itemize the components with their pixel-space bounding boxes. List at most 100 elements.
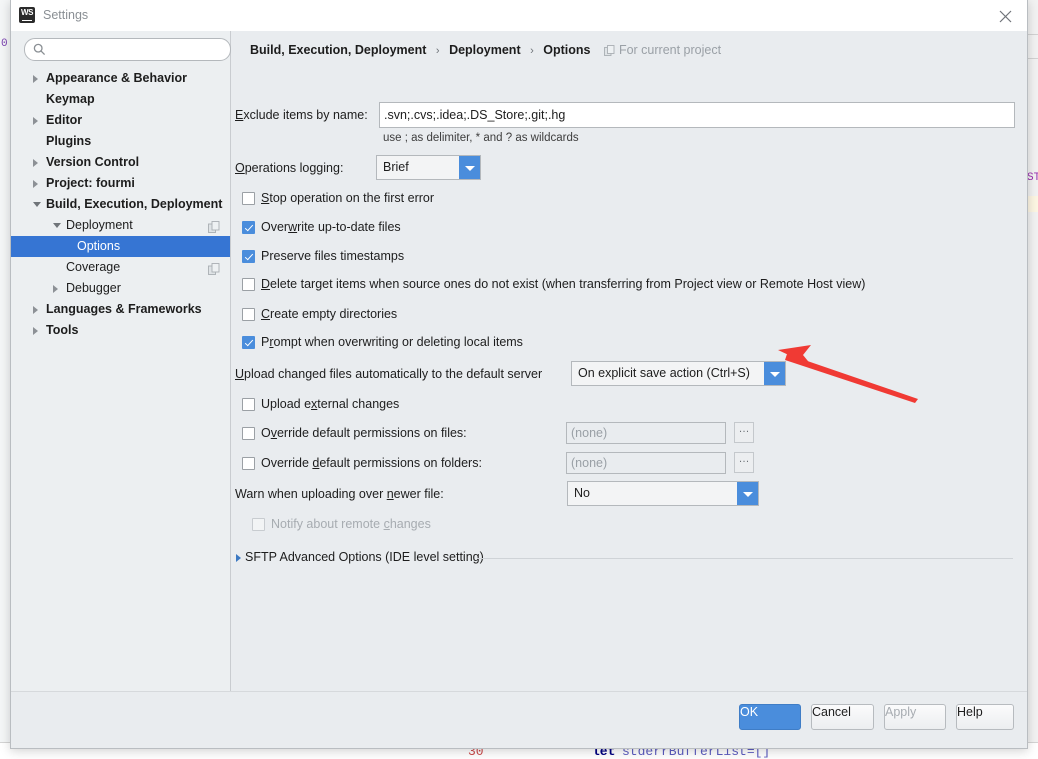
sidebar-item-label: Tools xyxy=(46,323,79,337)
checkbox-stop-on-first-error-label[interactable]: Stop operation on the first error xyxy=(261,191,434,205)
checkbox-prompt-when-overwriting[interactable] xyxy=(242,336,255,349)
chevron-down-icon[interactable] xyxy=(459,156,480,179)
exclude-items-hint: use ; as delimiter, * and ? as wildcards xyxy=(383,132,579,144)
override-permissions-files-input[interactable] xyxy=(566,422,726,444)
sftp-advanced-options-row[interactable]: SFTP Advanced Options (IDE level setting… xyxy=(236,550,1013,566)
sidebar-item-version-control[interactable]: Version Control xyxy=(11,152,230,173)
breadcrumb-scope-note: For current project xyxy=(604,43,721,57)
settings-sidebar: Appearance & Behavior Keymap Editor Plugins… xyxy=(11,31,231,692)
chevron-right-icon[interactable] xyxy=(33,327,38,335)
sidebar-item-label: Keymap xyxy=(46,92,95,106)
checkbox-upload-external-changes-label[interactable]: Upload external changes xyxy=(261,397,399,411)
search-input[interactable] xyxy=(51,41,225,60)
breadcrumb-segment-2[interactable]: Options xyxy=(543,43,590,57)
checkbox-preserve-files-timestamps[interactable] xyxy=(242,250,255,263)
checkbox-create-empty-directories-label[interactable]: Create empty directories xyxy=(261,307,397,321)
checkbox-override-permissions-folders-label[interactable]: Override default permissions on folders: xyxy=(261,456,482,470)
override-permissions-folders-browse-button[interactable]: … xyxy=(734,452,754,473)
checkbox-upload-external-changes[interactable] xyxy=(242,398,255,411)
checkbox-override-permissions-files[interactable] xyxy=(242,427,255,440)
checkbox-override-permissions-files-label[interactable]: Override default permissions on files: xyxy=(261,426,467,440)
close-icon[interactable] xyxy=(983,0,1027,31)
search-box[interactable] xyxy=(24,38,231,61)
settings-tree: Appearance & Behavior Keymap Editor Plugins… xyxy=(11,68,230,692)
warn-newer-file-combo[interactable]: No xyxy=(567,481,759,506)
sidebar-item-label: Options xyxy=(77,239,121,253)
settings-dialog: WS Settings Appearance & Behavior Keymap E… xyxy=(10,0,1028,749)
checkbox-delete-target-items-label[interactable]: Delete target items when source ones do … xyxy=(261,277,865,291)
ok-button[interactable]: OK xyxy=(739,704,801,730)
breadcrumb-segment-0[interactable]: Build, Execution, Deployment xyxy=(250,43,426,57)
chevron-down-icon[interactable] xyxy=(737,482,758,505)
breadcrumb-separator: › xyxy=(530,45,534,57)
breadcrumb-scope-text: For current project xyxy=(618,43,722,57)
breadcrumb-segment-1[interactable]: Deployment xyxy=(449,43,521,57)
checkbox-stop-on-first-error[interactable] xyxy=(242,192,255,205)
chevron-right-icon[interactable] xyxy=(236,554,241,562)
checkbox-overwrite-up-to-date-files[interactable] xyxy=(242,221,255,234)
help-button[interactable]: Help xyxy=(956,704,1014,730)
sidebar-item-label: Build, Execution, Deployment xyxy=(46,197,223,211)
operations-logging-value: Brief xyxy=(383,160,409,174)
sidebar-item-deployment[interactable]: Deployment xyxy=(11,215,230,236)
checkbox-create-empty-directories[interactable] xyxy=(242,308,255,321)
sidebar-item-label: Deployment xyxy=(66,218,133,232)
operations-logging-label: Operations logging: xyxy=(235,161,344,175)
upload-changed-files-label: Upload changed files automatically to th… xyxy=(235,367,543,381)
sidebar-item-options[interactable]: Options xyxy=(11,236,230,257)
checkbox-notify-remote-changes-label: Notify about remote changes xyxy=(271,517,431,531)
sidebar-item-editor[interactable]: Editor xyxy=(11,110,230,131)
sidebar-item-tools[interactable]: Tools xyxy=(11,320,230,341)
copy-scope-icon xyxy=(604,45,615,59)
chevron-down-icon[interactable] xyxy=(53,223,61,228)
chevron-right-icon[interactable] xyxy=(33,159,38,167)
override-permissions-files-browse-button[interactable]: … xyxy=(734,422,754,443)
search-icon xyxy=(33,43,46,59)
checkbox-overwrite-up-to-date-files-label[interactable]: Overwrite up-to-date files xyxy=(261,220,401,234)
checkbox-delete-target-items[interactable] xyxy=(242,278,255,291)
exclude-items-input[interactable] xyxy=(379,102,1015,128)
sidebar-item-label: Plugins xyxy=(46,134,92,148)
chevron-right-icon[interactable] xyxy=(33,180,38,188)
operations-logging-combo[interactable]: Brief xyxy=(376,155,481,180)
breadcrumb: Build, Execution, Deployment › Deploymen… xyxy=(250,43,721,59)
copy-scope-icon xyxy=(208,261,220,275)
cancel-button[interactable]: Cancel xyxy=(811,704,874,730)
sidebar-item-build-execution-deployment[interactable]: Build, Execution, Deployment xyxy=(11,194,230,215)
breadcrumb-separator: › xyxy=(435,45,440,57)
sidebar-item-coverage[interactable]: Coverage xyxy=(11,257,230,278)
sidebar-item-label: Editor xyxy=(46,113,83,127)
chevron-right-icon[interactable] xyxy=(33,117,38,125)
chevron-right-icon[interactable] xyxy=(53,285,58,293)
sidebar-item-label: Version Control xyxy=(46,155,140,169)
upload-changed-files-combo[interactable]: On explicit save action (Ctrl+S) xyxy=(571,361,786,386)
upload-changed-files-value: On explicit save action (Ctrl+S) xyxy=(578,366,750,380)
sftp-divider xyxy=(477,558,1013,559)
sidebar-item-keymap[interactable]: Keymap xyxy=(11,89,230,110)
checkbox-notify-remote-changes xyxy=(252,518,265,531)
sidebar-item-languages-frameworks[interactable]: Languages & Frameworks xyxy=(11,299,230,320)
dialog-title-bar: WS Settings xyxy=(11,0,1027,32)
sidebar-item-label: Languages & Frameworks xyxy=(46,302,202,316)
chevron-right-icon[interactable] xyxy=(33,75,38,83)
sidebar-item-plugins[interactable]: Plugins xyxy=(11,131,230,152)
checkbox-preserve-files-timestamps-label[interactable]: Preserve files timestamps xyxy=(261,249,404,263)
sidebar-item-debugger[interactable]: Debugger xyxy=(11,278,230,299)
sftp-advanced-options-label[interactable]: SFTP Advanced Options (IDE level setting… xyxy=(245,550,484,564)
sidebar-item-project-fourmi[interactable]: Project: fourmi xyxy=(11,173,230,194)
ide-right-panel-text: ST xyxy=(1027,172,1038,184)
checkbox-override-permissions-folders[interactable] xyxy=(242,457,255,470)
webstorm-ws-icon: WS xyxy=(19,7,35,23)
warn-newer-file-value: No xyxy=(574,486,590,500)
sidebar-item-label: Project: fourmi xyxy=(46,176,135,190)
sidebar-item-label: Coverage xyxy=(66,260,121,274)
chevron-down-icon[interactable] xyxy=(33,202,41,207)
chevron-right-icon[interactable] xyxy=(33,306,38,314)
chevron-down-icon[interactable] xyxy=(764,362,785,385)
sidebar-item-appearance-behavior[interactable]: Appearance & Behavior xyxy=(11,68,230,89)
sidebar-item-label: Appearance & Behavior xyxy=(46,71,188,85)
exclude-items-label: Exclude items by name: xyxy=(235,108,368,122)
dialog-title: Settings xyxy=(43,8,89,22)
override-permissions-folders-input[interactable] xyxy=(566,452,726,474)
checkbox-prompt-when-overwriting-label[interactable]: Prompt when overwriting or deleting loca… xyxy=(261,335,523,349)
